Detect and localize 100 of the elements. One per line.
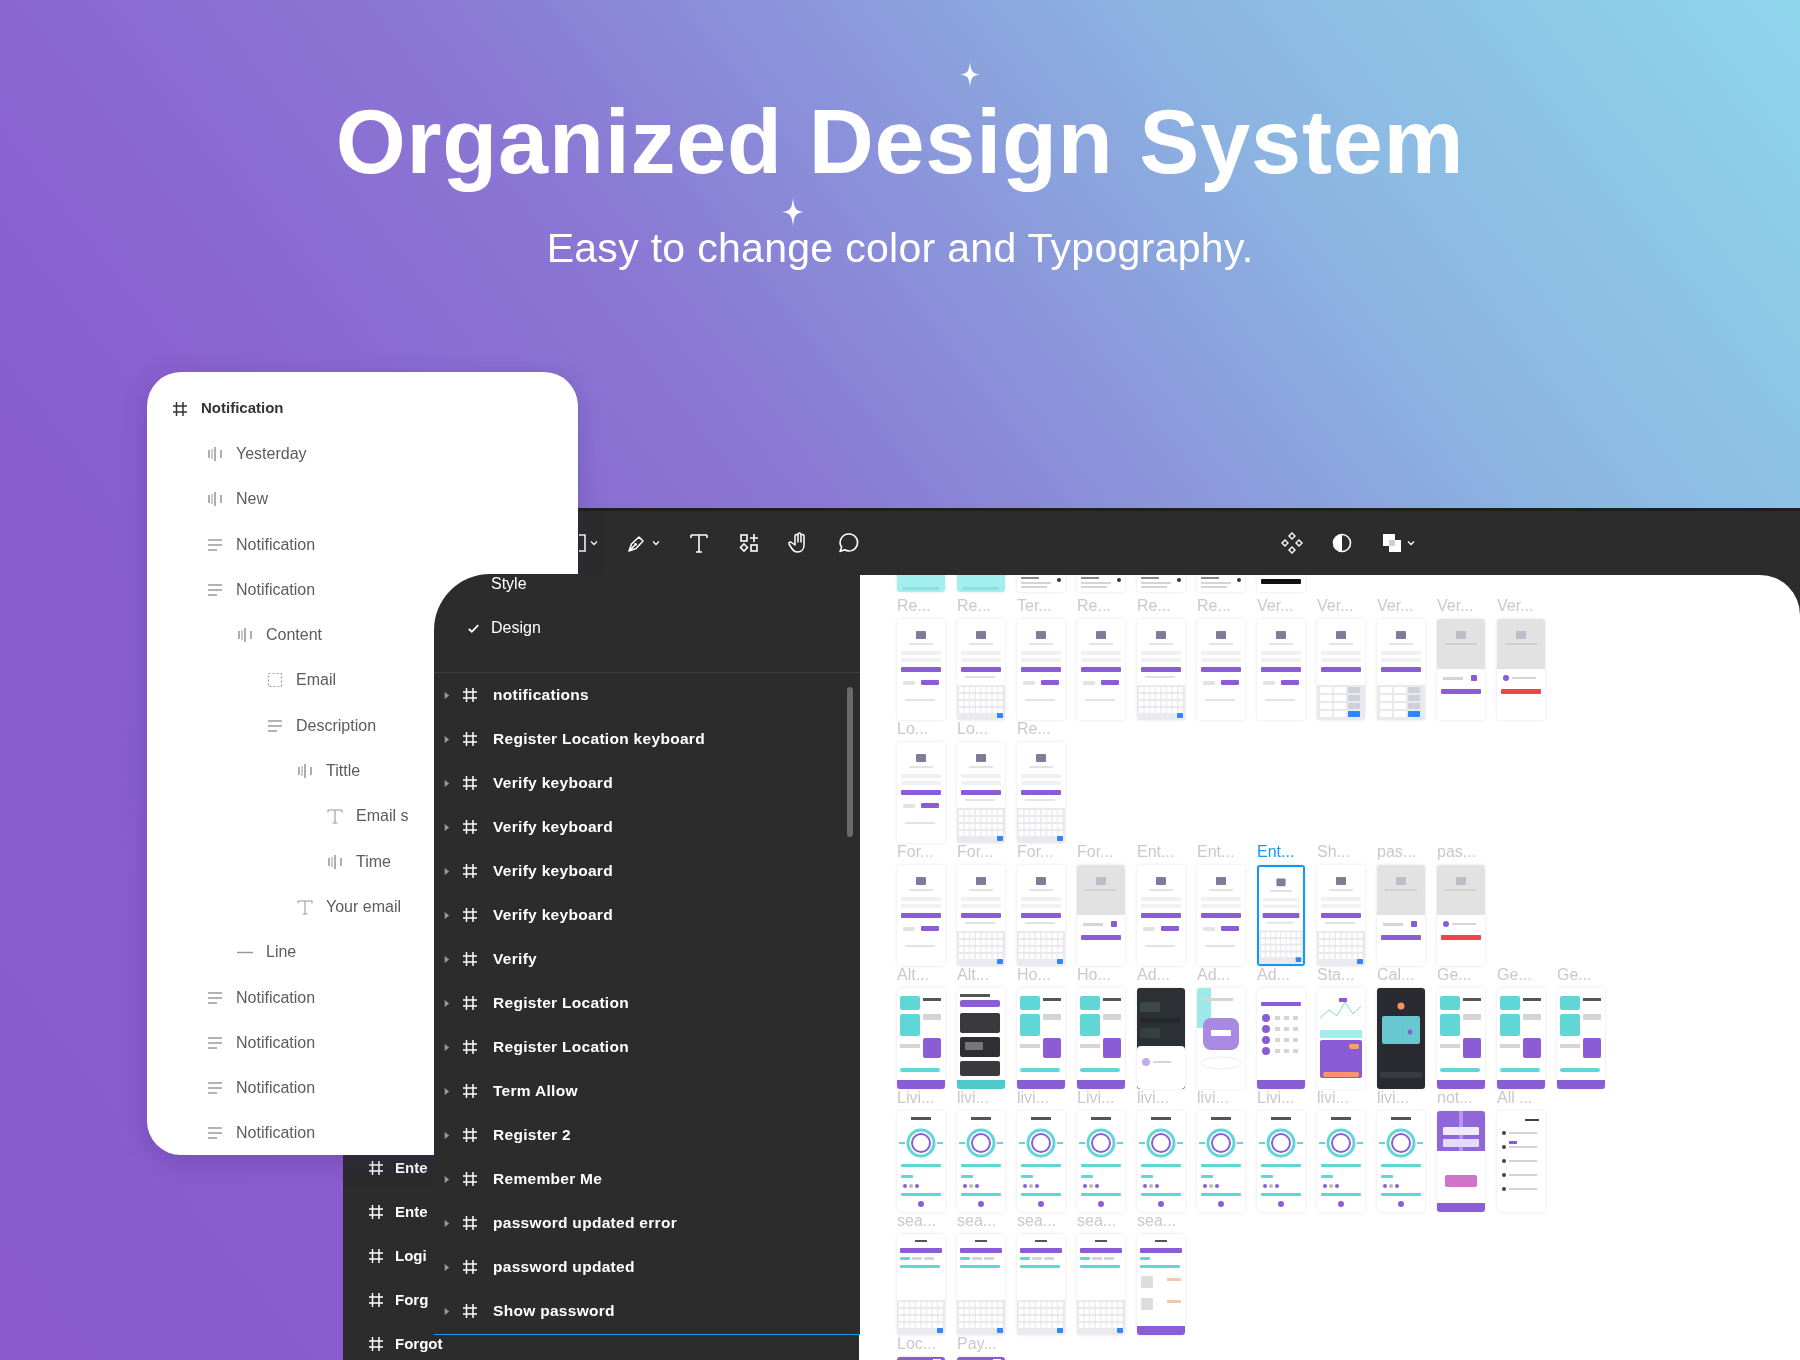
frame-thumbnail[interactable] <box>1257 1111 1305 1212</box>
frame-thumbnail[interactable] <box>1077 865 1125 966</box>
frame-thumbnail[interactable] <box>1257 988 1305 1089</box>
frame-thumbnail[interactable] <box>1077 575 1125 592</box>
frame-thumbnail[interactable] <box>1017 619 1065 720</box>
frame-item[interactable]: Verify keyboard <box>434 893 860 937</box>
frame-thumbnail[interactable] <box>1017 1234 1065 1335</box>
menu-option[interactable]: Design <box>434 606 860 650</box>
frame-thumbnail[interactable] <box>1317 1111 1365 1212</box>
layer-item[interactable]: Time <box>147 838 391 885</box>
layer-item[interactable]: New <box>147 476 268 522</box>
frame-thumbnail[interactable] <box>1377 988 1425 1089</box>
frame-item[interactable]: Register Location keyboard <box>434 717 860 761</box>
frame-thumbnail[interactable] <box>1197 988 1245 1089</box>
frame-item[interactable]: Verify keyboard <box>434 805 860 849</box>
layer-item[interactable]: Notification <box>147 1020 316 1066</box>
layer-item[interactable]: Notification <box>147 386 284 432</box>
frame-thumbnail[interactable] <box>1137 619 1185 720</box>
frame-thumbnail[interactable] <box>1257 865 1305 966</box>
frame-thumbnail[interactable] <box>1437 865 1485 966</box>
frame-thumbnail[interactable] <box>1017 575 1065 592</box>
frame-label[interactable]: Ent... <box>1257 843 1305 860</box>
frame-item[interactable]: Logi <box>367 1246 427 1266</box>
frame-item[interactable]: Verify keyboard <box>434 761 860 805</box>
layer-item[interactable]: Notification <box>147 1065 316 1111</box>
frame-thumbnail[interactable] <box>957 575 1005 592</box>
frame-thumbnail[interactable] <box>1017 742 1065 843</box>
frame-item[interactable]: notifications <box>434 673 860 717</box>
frame-item[interactable]: Forgot <box>367 1334 443 1354</box>
frame-thumbnail[interactable] <box>897 619 945 720</box>
layer-item[interactable]: Line <box>147 929 297 975</box>
frame-thumbnail[interactable] <box>897 988 945 1089</box>
frame-item[interactable]: Register 2 <box>434 1113 860 1157</box>
frame-thumbnail[interactable] <box>897 865 945 966</box>
layer-item[interactable]: Description <box>147 703 377 749</box>
frame-thumbnail[interactable] <box>957 619 1005 720</box>
frame-thumbnail[interactable] <box>957 1234 1005 1335</box>
frame-thumbnail[interactable] <box>1317 619 1365 720</box>
layer-item[interactable]: Content <box>147 612 323 658</box>
frame-thumbnail[interactable] <box>1137 988 1185 1089</box>
frame-thumbnail[interactable] <box>1137 865 1185 966</box>
frame-thumbnail[interactable] <box>957 865 1005 966</box>
frame-thumbnail[interactable] <box>1017 865 1065 966</box>
frame-item[interactable]: Register Location <box>434 981 860 1025</box>
frame-item[interactable]: password updated error <box>434 1201 860 1245</box>
frame-thumbnail[interactable] <box>1557 988 1605 1089</box>
frame-thumbnail[interactable] <box>1377 619 1425 720</box>
frame-item[interactable]: Forg <box>367 1290 429 1310</box>
layer-item[interactable]: Yesterday <box>147 431 307 477</box>
frame-thumbnail[interactable] <box>1077 1111 1125 1212</box>
frame-thumbnail[interactable] <box>1077 988 1125 1089</box>
layer-item[interactable]: Notification <box>147 521 316 568</box>
frame-item[interactable]: Ente <box>367 1202 428 1222</box>
layer-item[interactable]: Notification <box>147 567 316 613</box>
frame-item[interactable]: Show password <box>434 1289 860 1333</box>
frame-thumbnail[interactable] <box>897 575 945 592</box>
scrollbar[interactable] <box>847 687 853 837</box>
frame-thumbnail[interactable] <box>957 1111 1005 1212</box>
frame-thumbnail[interactable] <box>1437 1111 1485 1212</box>
frame-thumbnail[interactable] <box>1257 575 1305 592</box>
menu-option[interactable]: Style <box>434 574 860 606</box>
frame-thumbnail[interactable] <box>1197 865 1245 966</box>
frame-thumbnail[interactable] <box>1257 619 1305 720</box>
layer-item[interactable]: Email s <box>147 793 409 839</box>
frame-thumbnail[interactable] <box>1497 619 1545 720</box>
frame-thumbnail[interactable] <box>1137 575 1185 592</box>
layer-item[interactable]: Your email <box>147 884 401 930</box>
frame-thumbnail[interactable] <box>1377 865 1425 966</box>
frame-item[interactable]: Remember Me <box>434 1157 860 1201</box>
frame-thumbnail[interactable] <box>1437 619 1485 720</box>
frame-thumbnail[interactable] <box>1017 988 1065 1089</box>
frame-thumbnail[interactable] <box>1137 1234 1185 1335</box>
frame-thumbnail[interactable] <box>1317 988 1365 1089</box>
frame-thumbnail[interactable] <box>1017 1111 1065 1212</box>
frame-thumbnail[interactable] <box>1077 619 1125 720</box>
frame-item[interactable]: Term Allow <box>434 1069 860 1113</box>
layer-item[interactable]: Email <box>147 657 336 704</box>
frame-thumbnail[interactable] <box>897 1234 945 1335</box>
frame-thumbnail[interactable] <box>1377 1111 1425 1212</box>
frame-thumbnail[interactable] <box>897 742 945 843</box>
frame-thumbnail[interactable] <box>1497 1111 1545 1212</box>
frame-thumbnail[interactable] <box>1317 865 1365 966</box>
frame-item[interactable]: Register Location <box>434 1025 860 1069</box>
frame-thumbnail[interactable] <box>1497 988 1545 1089</box>
layer-item[interactable]: Notification <box>147 974 316 1021</box>
frame-item[interactable]: password updated <box>434 1245 860 1289</box>
frame-thumbnail[interactable] <box>957 742 1005 843</box>
frame-item[interactable]: Verify <box>434 937 860 981</box>
frame-thumbnail[interactable] <box>1197 1111 1245 1212</box>
layer-item[interactable]: Notification <box>147 1110 316 1155</box>
frame-thumbnail[interactable] <box>1437 988 1485 1089</box>
frame-thumbnail[interactable] <box>1077 1234 1125 1335</box>
layer-item[interactable]: Tittle <box>147 748 361 794</box>
frame-item[interactable]: Verify keyboard <box>434 849 860 893</box>
frame-thumbnail[interactable] <box>1137 1111 1185 1212</box>
frame-item[interactable]: Ente <box>367 1158 428 1178</box>
frame-thumbnail[interactable] <box>1197 619 1245 720</box>
frame-thumbnail[interactable] <box>957 988 1005 1089</box>
frame-thumbnail[interactable] <box>1197 575 1245 592</box>
frame-thumbnail[interactable] <box>897 1111 945 1212</box>
